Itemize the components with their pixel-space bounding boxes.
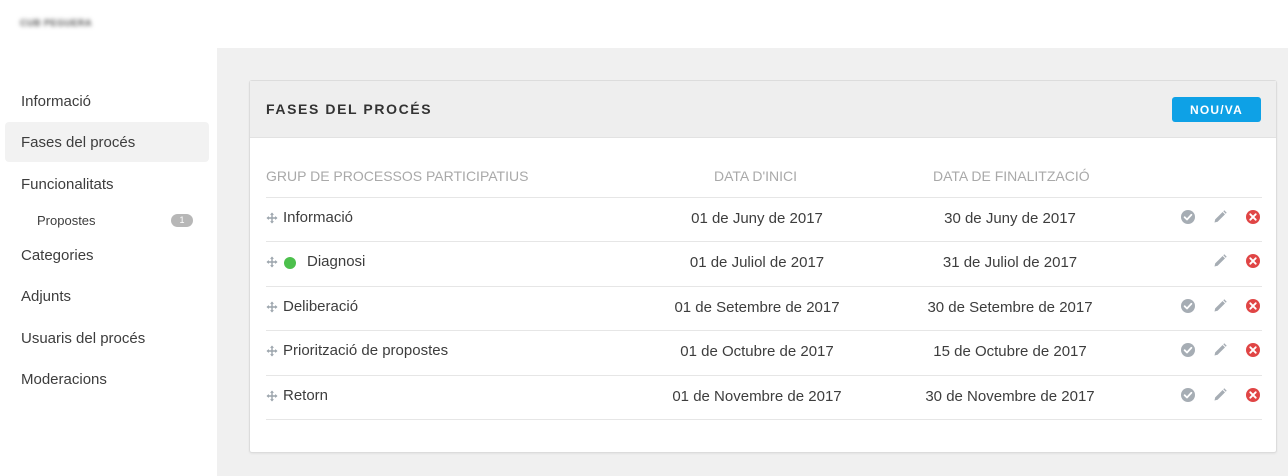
start-date: 01 de Novembre de 2017 [672,388,842,405]
count-badge: 1 [171,214,193,227]
card-header: FASES DEL PROCÉS NOU/VA [250,81,1276,138]
end-date: 30 de Novembre de 2017 [925,388,1095,405]
sidebar-subitem-propostes[interactable]: Propostes 1 [5,208,209,232]
drag-handle-icon[interactable] [266,345,278,357]
edit-pencil-icon[interactable] [1212,209,1228,225]
active-phase-dot-icon [284,257,296,269]
sidebar-item-adjunts[interactable]: Adjunts [5,276,209,316]
drag-handle-icon[interactable] [266,390,278,402]
sidebar-item-moderacions[interactable]: Moderacions [5,359,209,399]
delete-x-icon[interactable] [1245,209,1261,225]
card-title: FASES DEL PROCÉS [266,101,433,117]
edit-pencil-icon[interactable] [1212,298,1228,314]
drag-handle-icon[interactable] [266,212,278,224]
phases-card: FASES DEL PROCÉS NOU/VA GRUP DE PROCESSO… [249,80,1277,453]
organization-name[interactable]: CUB PEGUERA [20,18,92,28]
table-row: Informació 01 de Juny de 2017 30 de Juny… [266,197,1262,242]
start-date: 01 de Octubre de 2017 [680,343,834,360]
delete-x-icon[interactable] [1245,342,1261,358]
sidebar-item-funcionalitats[interactable]: Funcionalitats [5,164,209,204]
end-date: 30 de Juny de 2017 [944,210,1076,227]
delete-x-icon[interactable] [1245,253,1261,269]
edit-pencil-icon[interactable] [1212,342,1228,358]
end-date: 15 de Octubre de 2017 [933,343,1087,360]
column-header-start-date: DATA D'INICI [714,168,798,184]
phase-name: Retorn [283,387,329,404]
start-date: 01 de Setembre de 2017 [674,299,840,316]
phase-name: Priorització de propostes [283,342,449,359]
sidebar-item-categories[interactable]: Categories [5,235,209,275]
column-header-name: GRUP DE PROCESSOS PARTICIPATIUS [266,168,529,184]
sidebar-item-informacio[interactable]: Informació [5,81,209,121]
drag-handle-icon[interactable] [266,301,278,313]
start-date: 01 de Juny de 2017 [691,210,823,227]
activate-check-icon[interactable] [1180,209,1196,225]
end-date: 31 de Juliol de 2017 [942,254,1078,271]
table-row: Diagnosi 01 de Juliol de 2017 31 de Juli… [266,241,1262,286]
delete-x-icon[interactable] [1245,387,1261,403]
table-row: Priorització de propostes 01 de Octubre … [266,330,1262,375]
edit-pencil-icon[interactable] [1212,253,1228,269]
activate-check-icon[interactable] [1180,298,1196,314]
new-phase-button[interactable]: NOU/VA [1172,97,1261,122]
activate-check-icon[interactable] [1180,342,1196,358]
edit-pencil-icon[interactable] [1212,387,1228,403]
sidebar: Informació Fases del procés Funcionalita… [0,48,217,476]
drag-handle-icon[interactable] [266,256,278,268]
start-date: 01 de Juliol de 2017 [689,254,825,271]
top-bar: CUB PEGUERA [0,0,1288,48]
sidebar-subitem-label: Propostes [37,212,96,228]
end-date: 30 de Setembre de 2017 [927,299,1093,316]
phase-name: Diagnosi [307,253,366,270]
column-header-end-date: DATA DE FINALITZACIÓ [933,168,1090,184]
phase-name: Deliberació [283,298,359,315]
sidebar-item-fases[interactable]: Fases del procés [5,122,209,162]
table-row: Deliberació 01 de Setembre de 2017 30 de… [266,286,1262,331]
table-row: Retorn 01 de Novembre de 2017 30 de Nove… [266,375,1262,420]
activate-check-icon[interactable] [1180,387,1196,403]
delete-x-icon[interactable] [1245,298,1261,314]
phase-name: Informació [283,209,354,226]
sidebar-item-usuaris[interactable]: Usuaris del procés [5,318,209,358]
